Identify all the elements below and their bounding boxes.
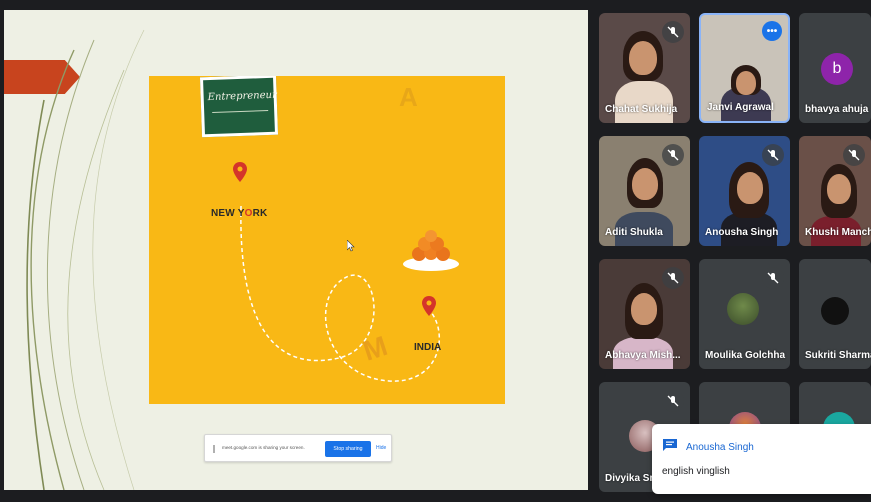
participant-tile[interactable]: b bhavya ahuja [799, 13, 871, 123]
participant-tile[interactable]: Chahat Sukhija [599, 13, 690, 123]
screen-share-bar: meet.google.com is sharing your screen. … [204, 434, 392, 462]
stop-sharing-button[interactable]: Stop sharing [325, 441, 371, 457]
slide-decoration-curves [26, 29, 145, 490]
location-pin-icon [422, 296, 436, 316]
participant-name: Abhavya Mish... [605, 350, 681, 361]
participant-tile[interactable]: Moulika Golchha [699, 259, 790, 369]
participant-name: Chahat Sukhija [605, 104, 678, 115]
chat-message-icon [663, 439, 677, 451]
avatar: b [821, 53, 853, 85]
mouse-cursor-icon [347, 240, 355, 252]
meet-window: M A Entrepreneur NEW YORK INDIA meet.goo… [0, 0, 871, 502]
svg-text:M: M [359, 330, 391, 367]
board-underline [212, 109, 269, 113]
mic-off-icon [662, 390, 684, 412]
mic-off-icon [662, 144, 684, 166]
city-label-new-york: NEW YORK [211, 208, 268, 219]
avatar [727, 293, 759, 325]
city-label-india: INDIA [414, 342, 442, 353]
mic-off-icon [762, 267, 784, 289]
sweets-plate-icon [403, 230, 459, 271]
participant-name: Divyika Sr [605, 473, 654, 484]
hide-share-bar-button[interactable]: Hide [376, 445, 386, 451]
svg-text:A: A [399, 82, 418, 112]
drag-handle[interactable] [213, 445, 215, 453]
participant-name: Anousha Singh [705, 227, 779, 238]
mic-off-icon [843, 144, 865, 166]
participant-tile[interactable]: Abhavya Mish... [599, 259, 690, 369]
participant-name: Aditi Shukla [605, 227, 663, 238]
location-pin-icon [233, 162, 247, 182]
board-text: Entrepreneur [207, 89, 277, 104]
chat-message-text: english vinglish [662, 466, 730, 477]
chat-notification[interactable]: Anousha Singh english vinglish [652, 424, 871, 494]
presentation-video: M A Entrepreneur NEW YORK INDIA [149, 76, 505, 404]
participant-tile[interactable]: Aditi Shukla [599, 136, 690, 246]
chat-sender-name: Anousha Singh [686, 442, 754, 453]
mic-off-icon [662, 21, 684, 43]
participant-tile[interactable]: Sukriti Sharma [799, 259, 871, 369]
participant-name: Sukriti Sharma [805, 350, 871, 361]
share-bar-text: meet.google.com is sharing your screen. [222, 445, 305, 450]
participant-name: Janvi Agrawal [707, 102, 774, 113]
mic-off-icon [662, 267, 684, 289]
participant-tile[interactable]: Khushi Manch [799, 136, 871, 246]
participant-name: Khushi Manch [805, 227, 871, 238]
participant-tile[interactable]: ••• Janvi Agrawal [699, 13, 790, 123]
participant-tile[interactable]: Anousha Singh [699, 136, 790, 246]
avatar [821, 297, 849, 325]
mic-off-icon [762, 144, 784, 166]
participant-name: Moulika Golchha [705, 350, 786, 361]
more-options-icon[interactable]: ••• [762, 21, 782, 41]
participant-name: bhavya ahuja [805, 104, 869, 115]
entrepreneur-board: Entrepreneur [199, 76, 279, 138]
shared-slide: M A Entrepreneur NEW YORK INDIA meet.goo… [4, 10, 588, 490]
